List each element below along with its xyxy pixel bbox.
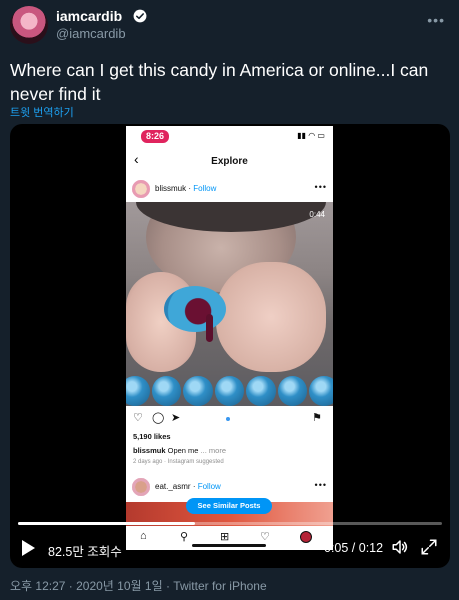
comment-icon: ◯	[152, 412, 165, 424]
carousel-dot	[226, 417, 230, 421]
profile-avatar-icon	[300, 531, 312, 543]
home-indicator	[192, 544, 266, 547]
more-options-icon[interactable]: •••	[427, 12, 445, 28]
post-avatar	[132, 180, 150, 198]
share-icon: ➤	[171, 412, 181, 424]
post2-follow: Follow	[197, 482, 221, 491]
post2-username-text: eat._asmr	[155, 482, 191, 491]
post-actions: ♡ ◯ ➤ ⚑	[126, 408, 333, 430]
handle[interactable]: @iamcardib	[56, 26, 126, 41]
fullscreen-icon[interactable]	[420, 538, 438, 556]
video-candy-row	[126, 376, 333, 406]
activity-heart-icon: ♡	[260, 531, 270, 543]
video-hand-right	[216, 262, 326, 372]
post-more-icon: •••	[314, 182, 327, 192]
tweet-meta: 오후 12:27 · 2020년 10월 1일 · Twitter for iP…	[10, 579, 267, 593]
heart-icon: ♡	[133, 412, 143, 424]
progress-track[interactable]	[18, 522, 442, 525]
post-video: 0:44	[126, 202, 333, 406]
status-icons: ▮▮ ◠ ▭	[297, 131, 325, 140]
time-readout: 0:05 / 0:12	[324, 541, 384, 555]
post-caption: blissmuk Open me ... more	[133, 446, 226, 455]
candy-ball	[126, 376, 150, 406]
likes-count: 5,190 likes	[133, 432, 171, 441]
bookmark-icon: ⚑	[312, 412, 322, 424]
candy-ball	[309, 376, 333, 406]
caption-user: blissmuk	[133, 446, 166, 455]
home-icon: ⌂	[140, 530, 147, 542]
candy-ball	[246, 376, 276, 406]
video-candy	[164, 286, 226, 332]
post2-username: eat._asmr · Follow	[155, 482, 221, 491]
search-icon: ⚲	[180, 531, 189, 543]
progress-fill	[18, 522, 195, 525]
screen-title: Explore	[211, 156, 248, 167]
candy-ball	[183, 376, 213, 406]
volume-icon[interactable]	[390, 538, 410, 556]
tweet-text: Where can I get this candy in America or…	[10, 60, 429, 104]
phone-screenshot: 8:26 ▮▮ ◠ ▭ ‹ Explore blissmuk · Follow …	[126, 126, 333, 526]
view-count: 82.5만 조회수	[48, 545, 122, 559]
candy-ball	[151, 376, 182, 406]
candy-ball	[214, 376, 245, 406]
caption-more: ... more	[200, 446, 226, 455]
avatar[interactable]	[10, 6, 48, 44]
caption-text: Open me	[167, 446, 199, 455]
see-similar-posts-button: See Similar Posts	[186, 498, 272, 514]
post-follow: Follow	[193, 184, 217, 193]
video-candy-drip	[206, 314, 213, 342]
verified-badge-icon	[133, 9, 147, 23]
post2-more-icon: •••	[314, 480, 327, 490]
post-username: blissmuk · Follow	[155, 184, 216, 193]
display-name[interactable]: iamcardib	[56, 8, 122, 24]
phone-bottom-nav: ⌂ ⚲ ⊞ ♡	[126, 526, 333, 550]
tweet-header: iamcardib @iamcardib •••	[10, 6, 449, 46]
status-time: 8:26	[141, 130, 169, 143]
add-post-icon: ⊞	[220, 531, 230, 543]
post2-avatar	[132, 478, 150, 496]
candy-ball	[277, 376, 308, 406]
post-date: 2 days ago · Instagram suggested	[133, 459, 224, 465]
post2-header: eat._asmr · Follow •••	[126, 476, 333, 500]
video-duration: 0:44	[309, 210, 325, 219]
video-player[interactable]: 8:26 ▮▮ ◠ ▭ ‹ Explore blissmuk · Follow …	[10, 124, 450, 568]
post-header: blissmuk · Follow •••	[126, 178, 333, 202]
play-icon[interactable]	[22, 540, 35, 556]
translate-link[interactable]: 트윗 번역하기	[10, 104, 74, 120]
post-username-text: blissmuk	[155, 184, 187, 193]
